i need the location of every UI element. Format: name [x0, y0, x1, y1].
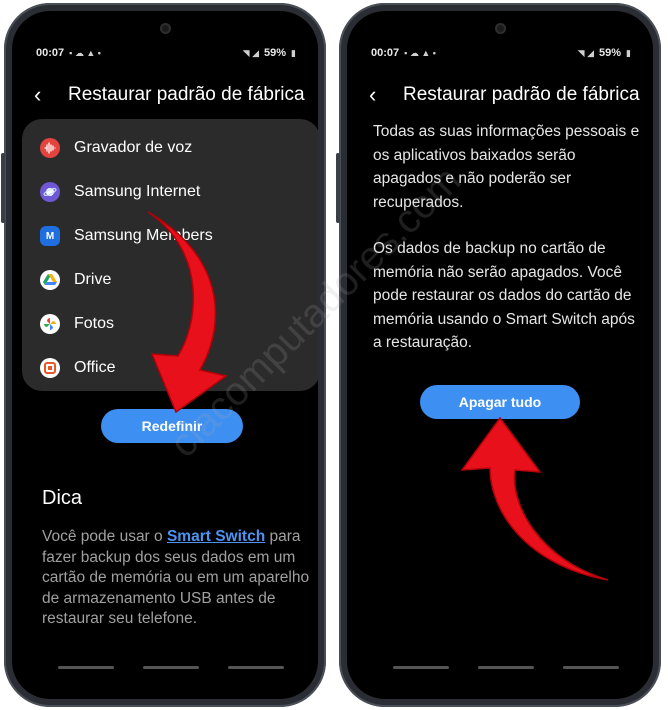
list-item: Gravador de voz [40, 133, 192, 163]
reset-button[interactable]: Redefinir [101, 409, 243, 443]
page-header: ‹ Restaurar padrão de fábrica [34, 75, 308, 115]
tip-text: Você pode usar o Smart Switch para fazer… [42, 527, 312, 630]
wifi-signal-icon: ◥ ◢ [577, 47, 595, 58]
back-arrow-icon[interactable]: ‹ [34, 84, 68, 106]
back-arrow-icon[interactable]: ‹ [369, 84, 403, 106]
list-item: Samsung Internet [40, 177, 200, 207]
status-time: 00:07 [371, 47, 400, 59]
voice-recorder-icon [40, 138, 60, 158]
app-label: Fotos [74, 315, 115, 332]
app-label: Samsung Internet [74, 183, 201, 200]
battery-icon: ▮ [626, 47, 631, 58]
backup-paragraph: Os dados de backup no cartão de memória … [373, 240, 635, 351]
status-bar: 00:07 ▪ ☁ ▲ • ◥ ◢ 59% ▮ [36, 45, 296, 61]
google-photos-icon [40, 314, 60, 334]
list-item: Drive [40, 265, 111, 295]
page-title: Restaurar padrão de fábrica [403, 84, 640, 105]
nav-bar-home[interactable] [478, 666, 534, 669]
app-label: Samsung Members [74, 227, 213, 244]
app-list: Gravador de voz Samsung Internet M Samsu… [22, 119, 318, 391]
page-header: ‹ Restaurar padrão de fábrica [369, 75, 643, 115]
right-phone-frame: 00:07 ▪ ☁ ▲ • ◥ ◢ 59% ▮ ‹ Restaurar padr… [336, 3, 661, 707]
status-time: 00:07 [36, 47, 65, 59]
battery-level: 59% [599, 47, 622, 59]
list-item: M Samsung Members [40, 221, 213, 251]
left-phone-frame: 00:07 ▪ ☁ ▲ • ◥ ◢ 59% ▮ ‹ Restaurar padr… [1, 3, 326, 707]
samsung-members-icon: M [40, 226, 60, 246]
page-title: Restaurar padrão de fábrica [68, 84, 305, 105]
battery-icon: ▮ [291, 47, 296, 58]
nav-bar-back[interactable] [563, 666, 619, 669]
notification-icons: ▪ ☁ ▲ • [69, 47, 101, 58]
list-item: Fotos [40, 309, 114, 339]
office-icon [40, 358, 60, 378]
volume-button [336, 153, 340, 223]
volume-button [1, 153, 5, 223]
app-label: Gravador de voz [74, 139, 193, 156]
battery-level: 59% [264, 47, 287, 59]
list-item: Office [40, 353, 116, 383]
left-screen: 00:07 ▪ ☁ ▲ • ◥ ◢ 59% ▮ ‹ Restaurar padr… [12, 11, 318, 699]
right-screen: 00:07 ▪ ☁ ▲ • ◥ ◢ 59% ▮ ‹ Restaurar padr… [347, 11, 653, 699]
warning-paragraph: Todas as suas informações pessoais e os … [373, 123, 640, 211]
wifi-signal-icon: ◥ ◢ [242, 47, 260, 58]
erase-all-button[interactable]: Apagar tudo [420, 385, 580, 419]
tip-title: Dica [42, 487, 83, 509]
google-drive-icon [40, 270, 60, 290]
nav-bar-recent[interactable] [58, 666, 114, 669]
front-camera [160, 23, 171, 34]
app-label: Office [74, 359, 116, 376]
app-label: Drive [74, 271, 112, 288]
status-bar: 00:07 ▪ ☁ ▲ • ◥ ◢ 59% ▮ [371, 45, 631, 61]
smart-switch-link[interactable]: Smart Switch [167, 528, 265, 545]
front-camera [495, 23, 506, 34]
notification-icons: ▪ ☁ ▲ • [404, 47, 436, 58]
nav-bar-recent[interactable] [393, 666, 449, 669]
tip-text-before: Você pode usar o [42, 528, 167, 545]
samsung-internet-icon [40, 182, 60, 202]
nav-bar-back[interactable] [228, 666, 284, 669]
nav-bar-home[interactable] [143, 666, 199, 669]
